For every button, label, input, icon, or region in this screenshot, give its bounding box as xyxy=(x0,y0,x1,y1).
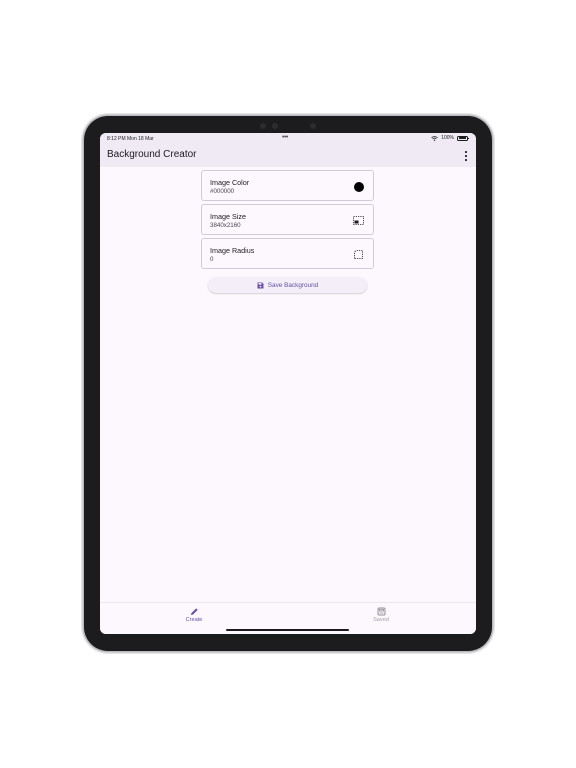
image-size-card[interactable]: Image Size 3840x2160 xyxy=(201,204,374,235)
wifi-icon xyxy=(431,135,438,141)
rounded-corner-icon xyxy=(353,249,364,260)
image-size-icon xyxy=(353,215,364,226)
nav-saved[interactable]: Saved xyxy=(361,607,401,623)
card-title: Image Color xyxy=(210,178,250,187)
image-radius-card[interactable]: Image Radius 0 xyxy=(201,238,374,269)
app-bar: Background Creator xyxy=(100,144,476,167)
saved-icon xyxy=(377,607,385,616)
card-title: Image Radius xyxy=(210,246,255,255)
filled-circle-icon xyxy=(353,181,364,192)
card-value: 3840x2160 xyxy=(210,222,241,229)
nav-saved-label: Saved xyxy=(373,617,389,623)
save-background-button[interactable]: Save Background xyxy=(208,277,367,293)
home-indicator[interactable] xyxy=(226,629,349,631)
camera-dot xyxy=(310,123,316,129)
nav-create[interactable]: Create xyxy=(174,607,214,623)
status-bar: 8:12 PM Mon 18 Mar ••• 100% xyxy=(100,133,476,144)
nav-create-label: Create xyxy=(185,617,203,623)
card-value: 0 xyxy=(210,256,214,263)
battery-percent: 100% xyxy=(441,135,454,141)
card-title: Image Size xyxy=(210,212,246,221)
page-title: Background Creator xyxy=(107,149,197,160)
status-time: 8:12 PM Mon 18 Mar xyxy=(107,136,154,142)
pencil-icon xyxy=(190,608,198,615)
image-color-card[interactable]: Image Color #000000 xyxy=(201,170,374,201)
save-icon xyxy=(257,282,264,288)
status-right: 100% xyxy=(431,135,469,141)
camera-dot xyxy=(272,123,278,129)
camera-dot xyxy=(260,123,266,129)
card-value: #000000 xyxy=(210,188,235,195)
multitasking-dots-icon[interactable]: ••• xyxy=(282,134,288,141)
more-vert-icon[interactable] xyxy=(464,150,468,162)
battery-icon xyxy=(457,135,469,141)
save-button-label: Save Background xyxy=(267,281,319,289)
app-screen: 8:12 PM Mon 18 Mar ••• 100% Background C… xyxy=(100,133,476,634)
